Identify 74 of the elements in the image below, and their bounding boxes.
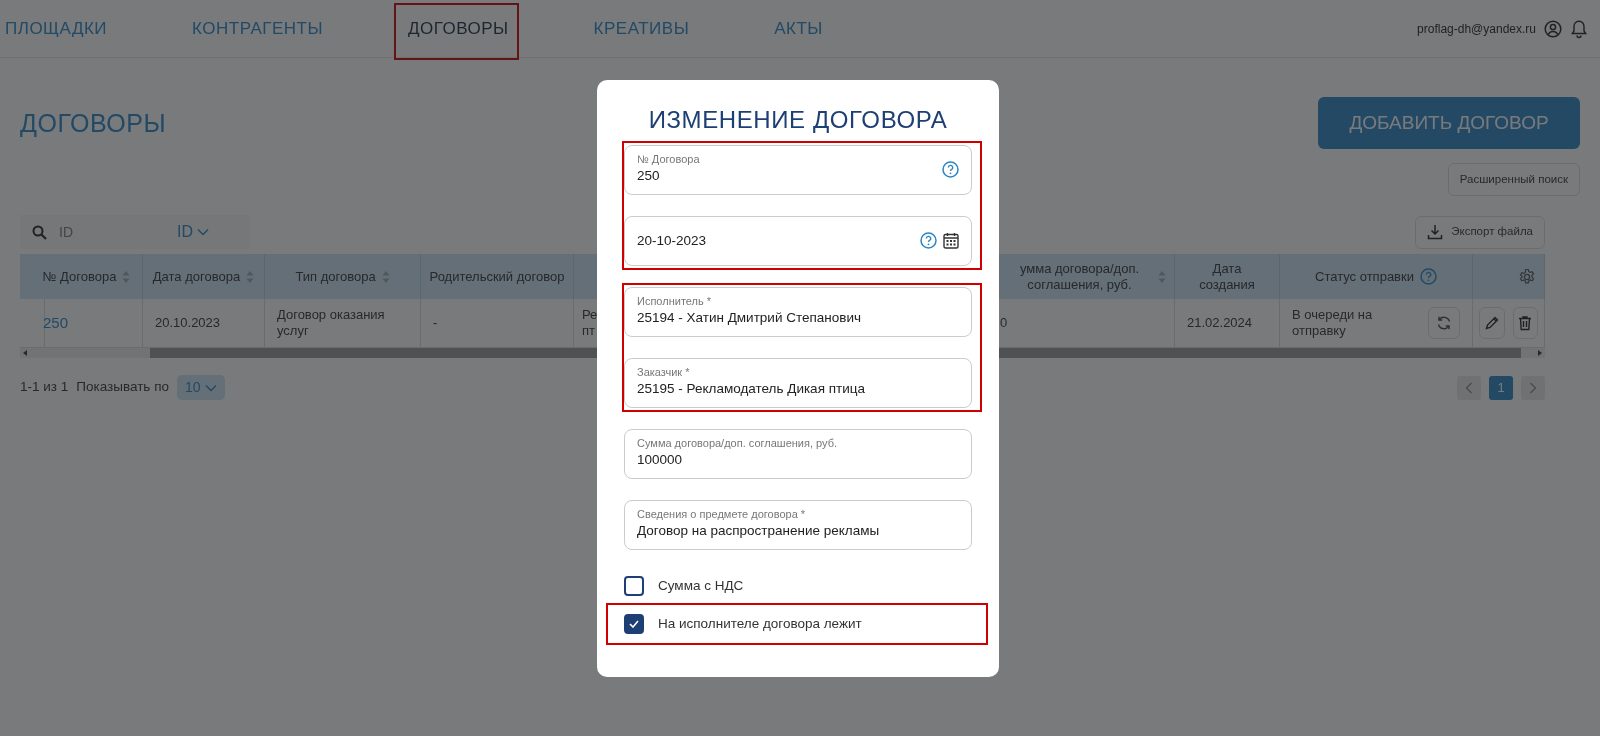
- header-label: Дата договора: [152, 268, 241, 285]
- input-field[interactable]: Исполнитель * 25194 - Хатин Дмитрий Степанович: [624, 286, 972, 337]
- text-input[interactable]: 250: [637, 166, 936, 187]
- chevron-down-icon: [197, 228, 209, 236]
- text-input[interactable]: 25195 - Рекламодатель Дикая птица: [637, 379, 959, 400]
- add-contract-button[interactable]: ДОБАВИТЬ ДОГОВОР: [1318, 97, 1580, 149]
- chevron-down-icon: [204, 383, 217, 392]
- edit-button[interactable]: [1479, 307, 1505, 339]
- header-label: Дата создания: [1198, 260, 1256, 293]
- table-cell: 0: [1000, 314, 1008, 332]
- pencil-icon: [1483, 315, 1500, 331]
- nav-tab[interactable]: КОНТРАГЕНТЫ: [192, 0, 323, 57]
- header-label: Статус отправки: [1315, 268, 1414, 285]
- pagination-summary: 1-1 из 1: [20, 378, 69, 397]
- help-icon: [920, 232, 937, 250]
- status-text: В очереди на отправку: [1292, 306, 1374, 340]
- user-email: proflag-dh@yandex.ru: [1417, 20, 1536, 38]
- page-button[interactable]: 1: [1489, 375, 1513, 400]
- export-button[interactable]: Экспорт файла: [1415, 215, 1545, 249]
- nav-tab[interactable]: КРЕАТИВЫ: [593, 0, 690, 57]
- help-icon: [1420, 268, 1437, 285]
- table-cell: -: [433, 314, 438, 332]
- text-input[interactable]: 25194 - Хатин Дмитрий Степанович: [637, 308, 959, 329]
- input-field[interactable]: № Договора 250: [624, 144, 972, 195]
- sort-icon: [1158, 269, 1166, 284]
- calendar-icon: [943, 232, 959, 250]
- checkmark-icon: [629, 619, 639, 628]
- bell-icon[interactable]: [1570, 18, 1588, 39]
- chevron-left-icon: [1465, 381, 1473, 394]
- header-label: Тип договора: [295, 268, 376, 285]
- page-size-label: Показывать по: [76, 378, 169, 397]
- modal-title: ИЗМЕНЕНИЕ ДОГОВОРА: [647, 106, 949, 135]
- refresh-icon: [1436, 315, 1453, 331]
- table-cell-text: Договор оказания услуг: [277, 306, 386, 340]
- advanced-search-button[interactable]: Расширенный поиск: [1447, 163, 1580, 196]
- text-input[interactable]: Договор на распространение рекламы: [637, 521, 959, 542]
- column-header[interactable]: умма договора/доп. соглашения, руб.: [999, 254, 1175, 299]
- download-icon: [1427, 224, 1444, 240]
- filter-dropdown[interactable]: ID: [177, 220, 209, 244]
- user-icon[interactable]: [1544, 19, 1562, 38]
- header-label: Родительский договор: [429, 268, 565, 285]
- header-label: умма договора/доп. соглашения, руб.: [1018, 260, 1141, 293]
- checkbox-label[interactable]: На исполнителе договора лежит: [658, 613, 862, 634]
- refresh-button[interactable]: [1428, 307, 1460, 339]
- checkbox[interactable]: [624, 613, 644, 634]
- input-field[interactable]: Сумма договора/доп. соглашения, руб. 100000: [624, 428, 972, 479]
- text-input[interactable]: 20-10-2023: [637, 230, 914, 251]
- input-field[interactable]: 20-10-2023: [624, 215, 972, 266]
- trash-icon: [1517, 315, 1534, 331]
- text-input[interactable]: 100000: [637, 450, 959, 471]
- page-title: ДОГОВОРЫ: [20, 108, 167, 138]
- table-cell: 21.02.2024: [1187, 314, 1253, 332]
- table-cell: 20.10.2023: [155, 314, 221, 332]
- table-cell-text: Ре пт: [582, 306, 599, 340]
- checkbox-label[interactable]: Сумма с НДС: [658, 575, 744, 596]
- column-header[interactable]: Тип договора: [265, 254, 421, 299]
- column-header[interactable]: Дата договора: [143, 254, 265, 299]
- sort-icon: [122, 269, 131, 284]
- input-field[interactable]: Сведения о предмете договора * Договор на распространение рекламы: [624, 499, 972, 550]
- settings-icon[interactable]: [1518, 267, 1536, 286]
- nav-tab[interactable]: ДОГОВОРЫ: [408, 0, 509, 57]
- sort-icon: [246, 269, 255, 284]
- nav-tab[interactable]: ПЛОЩАДКИ: [5, 0, 108, 57]
- page-size-dropdown[interactable]: 10: [176, 375, 225, 400]
- search-icon: [32, 224, 47, 240]
- checkbox[interactable]: [624, 575, 644, 596]
- header-label: № Договора: [42, 268, 117, 285]
- table-cell[interactable]: 250: [43, 313, 69, 333]
- delete-button[interactable]: [1512, 307, 1538, 339]
- input-field[interactable]: Заказчик * 25195 - Рекламодатель Дикая птица: [624, 357, 972, 408]
- nav-tab[interactable]: АКТЫ: [774, 0, 823, 57]
- help-icon: [942, 161, 959, 179]
- sort-icon: [381, 269, 390, 284]
- chevron-right-icon: [1529, 381, 1537, 394]
